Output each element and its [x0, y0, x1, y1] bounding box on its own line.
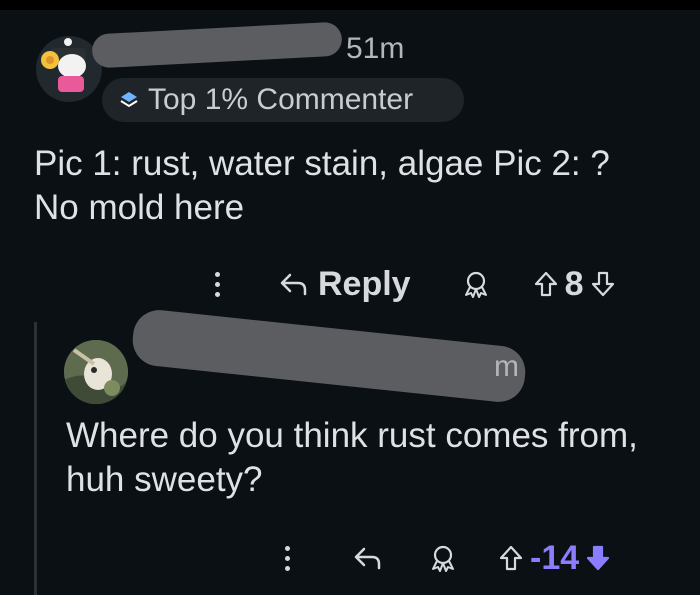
reply-arrow-icon[interactable] [352, 544, 382, 572]
comment-timestamp: m [494, 350, 519, 383]
award-icon[interactable] [461, 269, 491, 299]
status-bar-edge [0, 0, 700, 10]
badge-label: Top 1% Commenter [148, 83, 414, 116]
comment-body: Pic 1: rust, water stain, algae Pic 2: ?… [34, 144, 610, 227]
award-icon[interactable] [428, 543, 458, 573]
vote-score: 8 [564, 264, 584, 303]
redacted-username [130, 307, 528, 405]
vote-controls: -14 [498, 539, 611, 578]
avatar-illustration [64, 340, 128, 404]
comment-timestamp: 51m [346, 32, 405, 65]
comment-actions: -14 [270, 536, 611, 580]
reply-arrow-icon [280, 273, 307, 296]
reply-button[interactable]: Reply [278, 265, 411, 304]
thread-line[interactable] [34, 322, 37, 595]
upvote-arrow-icon[interactable] [533, 270, 559, 298]
vote-score: -14 [530, 538, 580, 577]
redacted-username [91, 21, 343, 69]
upvote-arrow-icon[interactable] [498, 544, 524, 572]
comment-body: Where do you think rust comes from, huh … [66, 416, 638, 499]
downvote-arrow-icon[interactable] [585, 544, 611, 572]
comment-actions: Reply 8 [200, 262, 616, 306]
overflow-menu-icon[interactable] [270, 536, 304, 580]
reply-label: Reply [318, 264, 411, 303]
downvote-arrow-icon[interactable] [590, 270, 616, 298]
top-commenter-badge-icon [120, 92, 138, 108]
overflow-menu-icon[interactable] [200, 262, 234, 306]
user-avatar[interactable] [64, 340, 128, 404]
vote-controls: 8 [533, 265, 616, 304]
top-commenter-badge[interactable]: Top 1% Commenter [102, 78, 464, 122]
